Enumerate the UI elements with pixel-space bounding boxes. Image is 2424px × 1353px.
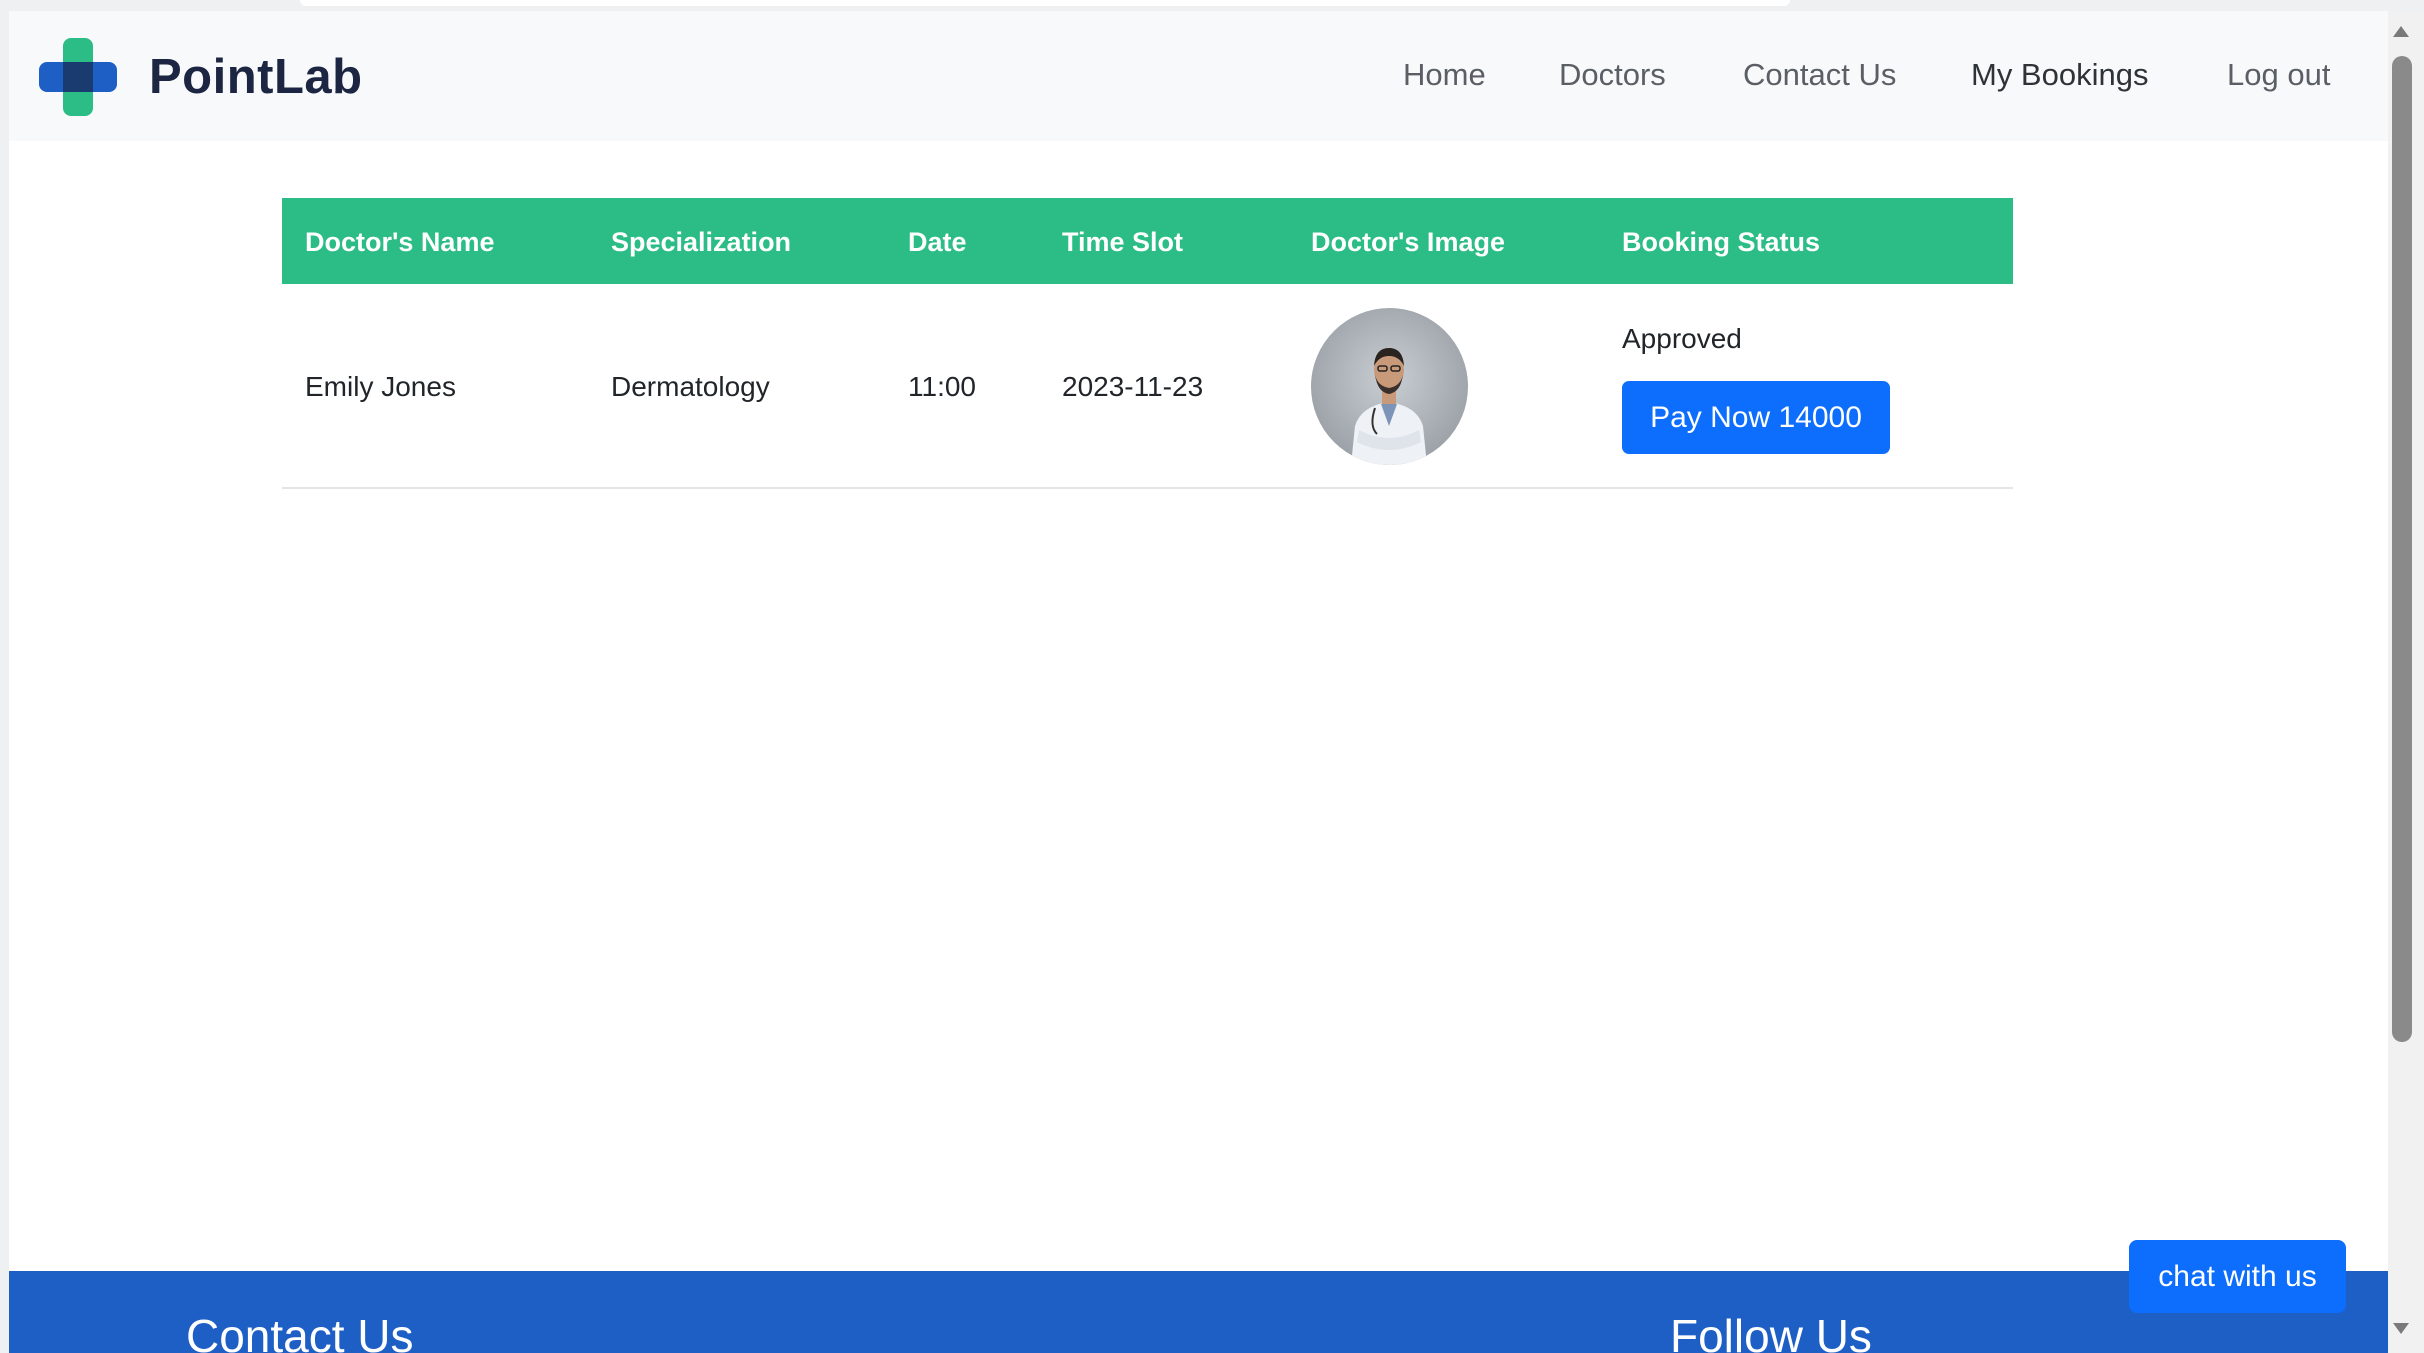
nav-contact-us[interactable]: Contact Us [1743,57,1896,93]
scroll-up-arrow-icon[interactable] [2393,26,2409,37]
footer: Contact Us Follow Us [9,1271,2388,1353]
column-header-time-slot: Time Slot [1062,227,1184,257]
logo-cross-icon[interactable] [39,38,117,116]
cell-doctor-name: Emily Jones [305,371,456,402]
window-left-edge [0,0,9,1353]
column-header-doctor-name: Doctor's Name [305,227,495,257]
cell-date: 11:00 [908,371,976,402]
bookings-table-header: Doctor's Name Specialization Date Time S… [282,198,2013,284]
table-divider [282,487,2013,489]
scrollbar-thumb[interactable] [2392,56,2412,1042]
nav-my-bookings[interactable]: My Bookings [1971,57,2148,93]
cell-time-slot: 2023-11-23 [1062,371,1204,402]
scroll-down-arrow-icon[interactable] [2393,1323,2409,1334]
column-header-date: Date [908,227,967,257]
pay-now-button[interactable]: Pay Now 14000 [1622,381,1890,454]
window-top-edge [0,0,2424,11]
nav-log-out[interactable]: Log out [2227,57,2330,93]
footer-follow-heading: Follow Us [1670,1310,1872,1353]
navbar: PointLab Home Doctors Contact Us My Book… [9,11,2388,141]
nav-home[interactable]: Home [1403,57,1486,93]
brand-name[interactable]: PointLab [149,49,363,105]
nav-doctors[interactable]: Doctors [1559,57,1666,93]
column-header-doctor-image: Doctor's Image [1311,227,1505,257]
status-approved: Approved [1622,323,1742,354]
column-header-specialization: Specialization [611,227,792,257]
footer-contact-heading: Contact Us [186,1310,414,1353]
column-header-booking-status: Booking Status [1622,227,1821,257]
chat-with-us-button[interactable]: chat with us [2129,1240,2346,1313]
cell-specialization: Dermatology [611,371,770,402]
doctor-portrait-icon [1311,308,1468,465]
